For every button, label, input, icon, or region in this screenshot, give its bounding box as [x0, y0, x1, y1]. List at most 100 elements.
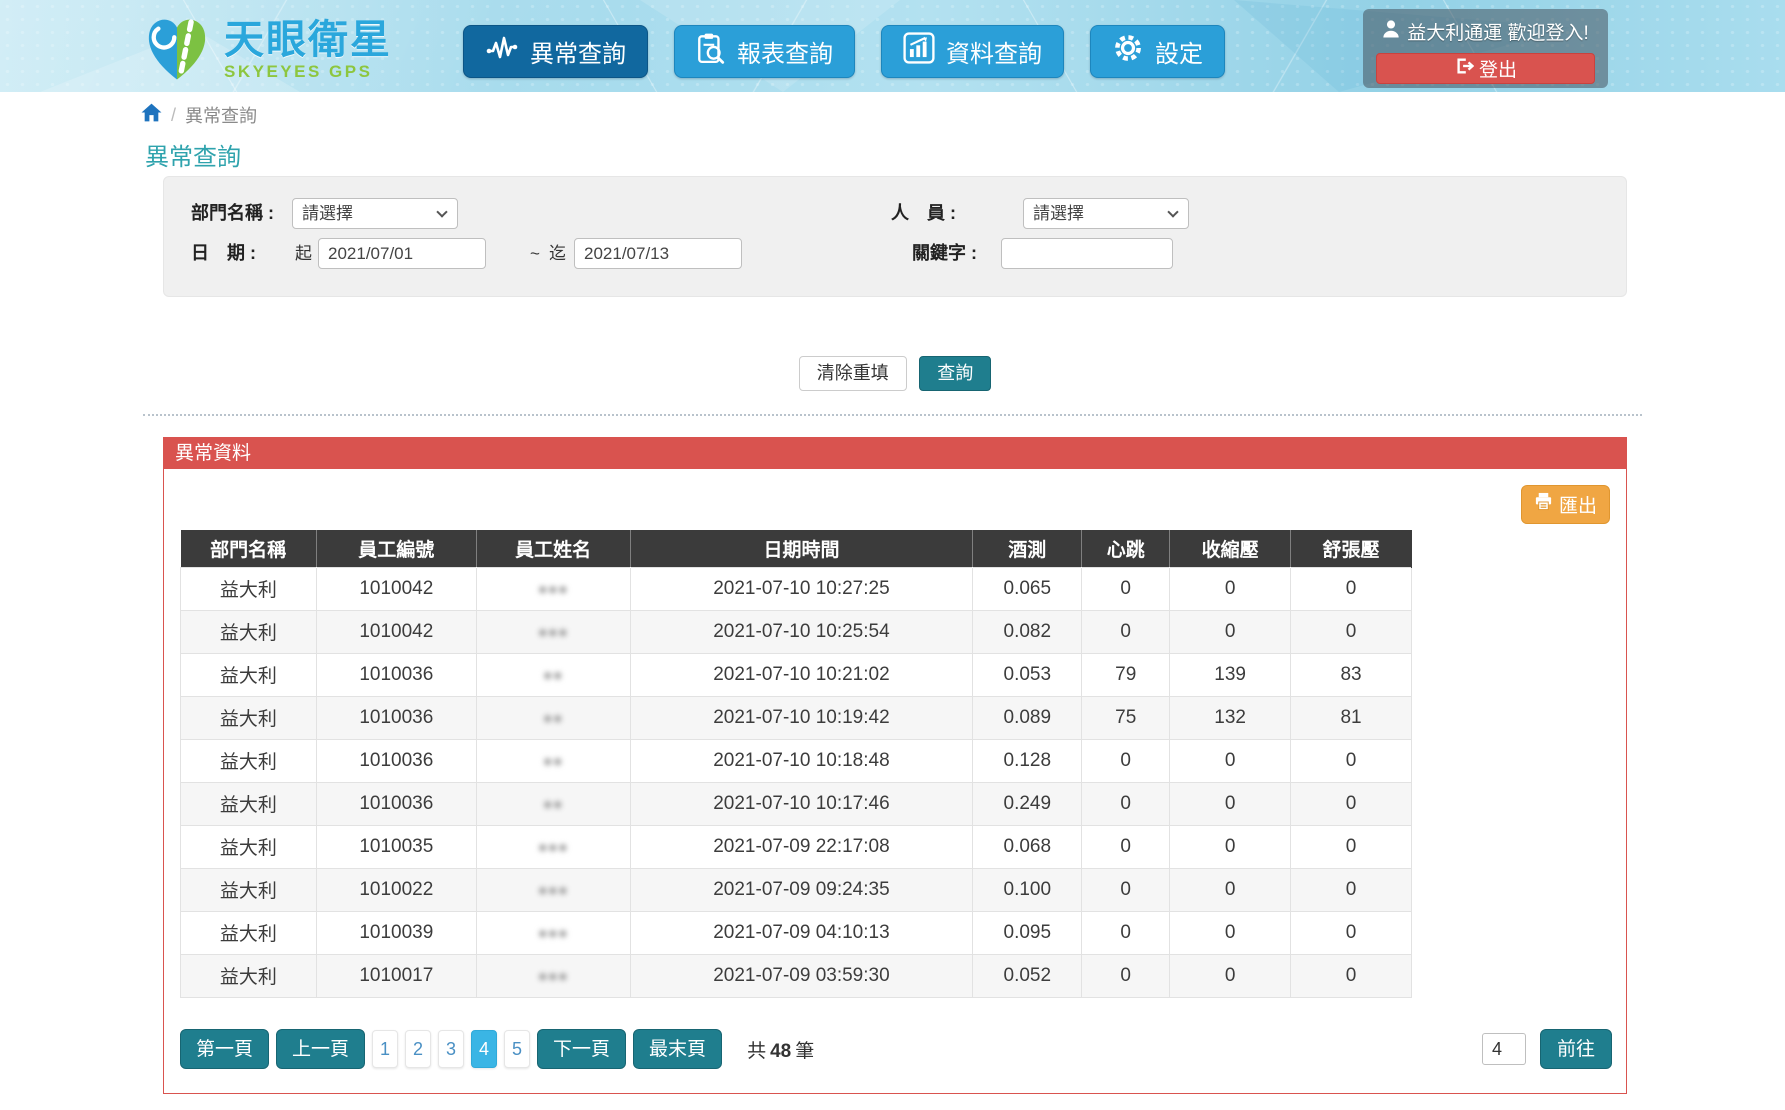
last-page-button[interactable]: 最末頁 [633, 1029, 722, 1069]
breadcrumb-current: 異常查詢 [185, 102, 257, 128]
dept-select[interactable]: 請選擇 [292, 198, 458, 229]
goto-button[interactable]: 前往 [1540, 1029, 1612, 1069]
prev-page-button[interactable]: 上一頁 [276, 1029, 365, 1069]
cell-dept: 益大利 [181, 825, 317, 868]
logout-icon [1454, 57, 1474, 81]
date-to-input[interactable] [574, 238, 742, 269]
goto-page-input[interactable] [1482, 1033, 1526, 1065]
brand-subtitle: SKYEYES GPS [224, 62, 392, 82]
cell-emp-name: ●●● [476, 954, 630, 997]
cell-emp-id: 1010036 [316, 782, 476, 825]
masked-name: ●●● [538, 882, 568, 899]
cell-datetime: 2021-07-09 03:59:30 [630, 954, 973, 997]
cell-heartbeat: 0 [1082, 610, 1170, 653]
cell-heartbeat: 0 [1082, 782, 1170, 825]
cell-alcohol: 0.100 [973, 868, 1082, 911]
cell-emp-name: ●●● [476, 911, 630, 954]
breadcrumb: / 異常查詢 [141, 102, 257, 128]
cell-diastolic: 0 [1291, 911, 1412, 954]
page-button-2[interactable]: 2 [405, 1030, 431, 1068]
nav-anomaly-query[interactable]: 異常查詢 [463, 25, 648, 78]
nav-label: 資料查詢 [946, 34, 1042, 69]
cell-heartbeat: 0 [1082, 567, 1170, 610]
person-select-value: 請選擇 [1033, 204, 1084, 223]
cell-emp-id: 1010042 [316, 610, 476, 653]
cell-dept: 益大利 [181, 868, 317, 911]
cell-diastolic: 0 [1291, 567, 1412, 610]
page-button-1[interactable]: 1 [372, 1030, 398, 1068]
first-page-button[interactable]: 第一頁 [180, 1029, 269, 1069]
date-range-separator: ~ [530, 238, 540, 269]
cell-emp-name: ●● [476, 739, 630, 782]
main-nav: 異常查詢 報表查詢 [463, 25, 1225, 78]
panel-title: 異常資料 [164, 438, 1626, 469]
home-icon[interactable] [141, 103, 162, 127]
cell-heartbeat: 0 [1082, 868, 1170, 911]
nav-report-query[interactable]: 報表查詢 [674, 25, 855, 78]
chart-search-icon [903, 32, 935, 71]
chevron-down-icon [1167, 206, 1178, 217]
person-select[interactable]: 請選擇 [1023, 198, 1189, 229]
cell-diastolic: 0 [1291, 825, 1412, 868]
col-datetime: 日期時間 [630, 530, 973, 567]
cell-heartbeat: 0 [1082, 954, 1170, 997]
date-label: 日 期 : [191, 238, 256, 269]
masked-name: ●● [543, 796, 563, 813]
nav-settings[interactable]: 設定 [1090, 25, 1225, 78]
cell-emp-id: 1010022 [316, 868, 476, 911]
cell-emp-id: 1010039 [316, 911, 476, 954]
cell-diastolic: 0 [1291, 610, 1412, 653]
cell-dept: 益大利 [181, 782, 317, 825]
masked-name: ●●● [538, 624, 568, 641]
cell-dept: 益大利 [181, 739, 317, 782]
cell-datetime: 2021-07-10 10:17:46 [630, 782, 973, 825]
cell-datetime: 2021-07-09 22:17:08 [630, 825, 973, 868]
table-header-row: 部門名稱 員工編號 員工姓名 日期時間 酒測 心跳 收縮壓 舒張壓 [181, 530, 1412, 567]
cell-emp-name: ●● [476, 653, 630, 696]
export-button[interactable]: 匯出 [1521, 485, 1610, 524]
col-dept: 部門名稱 [181, 530, 317, 567]
filter-actions: 清除重填 查詢 [163, 356, 1627, 391]
date-from-input[interactable] [318, 238, 486, 269]
table-row: 益大利 1010017 ●●● 2021-07-09 03:59:30 0.05… [181, 954, 1412, 997]
anomaly-table: 部門名稱 員工編號 員工姓名 日期時間 酒測 心跳 收縮壓 舒張壓 益大利 10… [180, 530, 1412, 998]
cell-diastolic: 0 [1291, 782, 1412, 825]
search-button[interactable]: 查詢 [919, 356, 991, 391]
nav-data-query[interactable]: 資料查詢 [881, 25, 1064, 78]
cell-diastolic: 81 [1291, 696, 1412, 739]
cell-alcohol: 0.249 [973, 782, 1082, 825]
page-button-4-active[interactable]: 4 [471, 1030, 497, 1068]
cell-alcohol: 0.089 [973, 696, 1082, 739]
masked-name: ●●● [538, 925, 568, 942]
cell-emp-id: 1010042 [316, 567, 476, 610]
logout-label: 登出 [1479, 55, 1517, 82]
cell-datetime: 2021-07-09 09:24:35 [630, 868, 973, 911]
next-page-button[interactable]: 下一頁 [537, 1029, 626, 1069]
table-row: 益大利 1010036 ●● 2021-07-10 10:21:02 0.053… [181, 653, 1412, 696]
cell-systolic: 132 [1170, 696, 1291, 739]
logout-button[interactable]: 登出 [1376, 53, 1595, 84]
cell-dept: 益大利 [181, 911, 317, 954]
cell-diastolic: 83 [1291, 653, 1412, 696]
cell-diastolic: 0 [1291, 868, 1412, 911]
table-row: 益大利 1010035 ●●● 2021-07-09 22:17:08 0.06… [181, 825, 1412, 868]
total-count: 共48筆 [747, 1036, 814, 1063]
reset-button[interactable]: 清除重填 [799, 356, 907, 391]
cell-emp-id: 1010036 [316, 696, 476, 739]
cell-dept: 益大利 [181, 653, 317, 696]
cell-dept: 益大利 [181, 954, 317, 997]
cell-alcohol: 0.068 [973, 825, 1082, 868]
page-button-5[interactable]: 5 [504, 1030, 530, 1068]
cell-emp-name: ●●● [476, 567, 630, 610]
col-emp-id: 員工編號 [316, 530, 476, 567]
page-button-3[interactable]: 3 [438, 1030, 464, 1068]
cell-emp-id: 1010036 [316, 739, 476, 782]
masked-name: ●● [543, 667, 563, 684]
cell-alcohol: 0.128 [973, 739, 1082, 782]
filter-panel: 部門名稱 : 請選擇 人 員 : 請選擇 日 期 : 起 ~ 迄 關鍵字 : [163, 176, 1627, 297]
table-row: 益大利 1010022 ●●● 2021-07-09 09:24:35 0.10… [181, 868, 1412, 911]
brand-title: 天眼衛星 [224, 18, 392, 62]
cell-systolic: 0 [1170, 954, 1291, 997]
cell-systolic: 0 [1170, 825, 1291, 868]
keyword-input[interactable] [1001, 238, 1173, 269]
